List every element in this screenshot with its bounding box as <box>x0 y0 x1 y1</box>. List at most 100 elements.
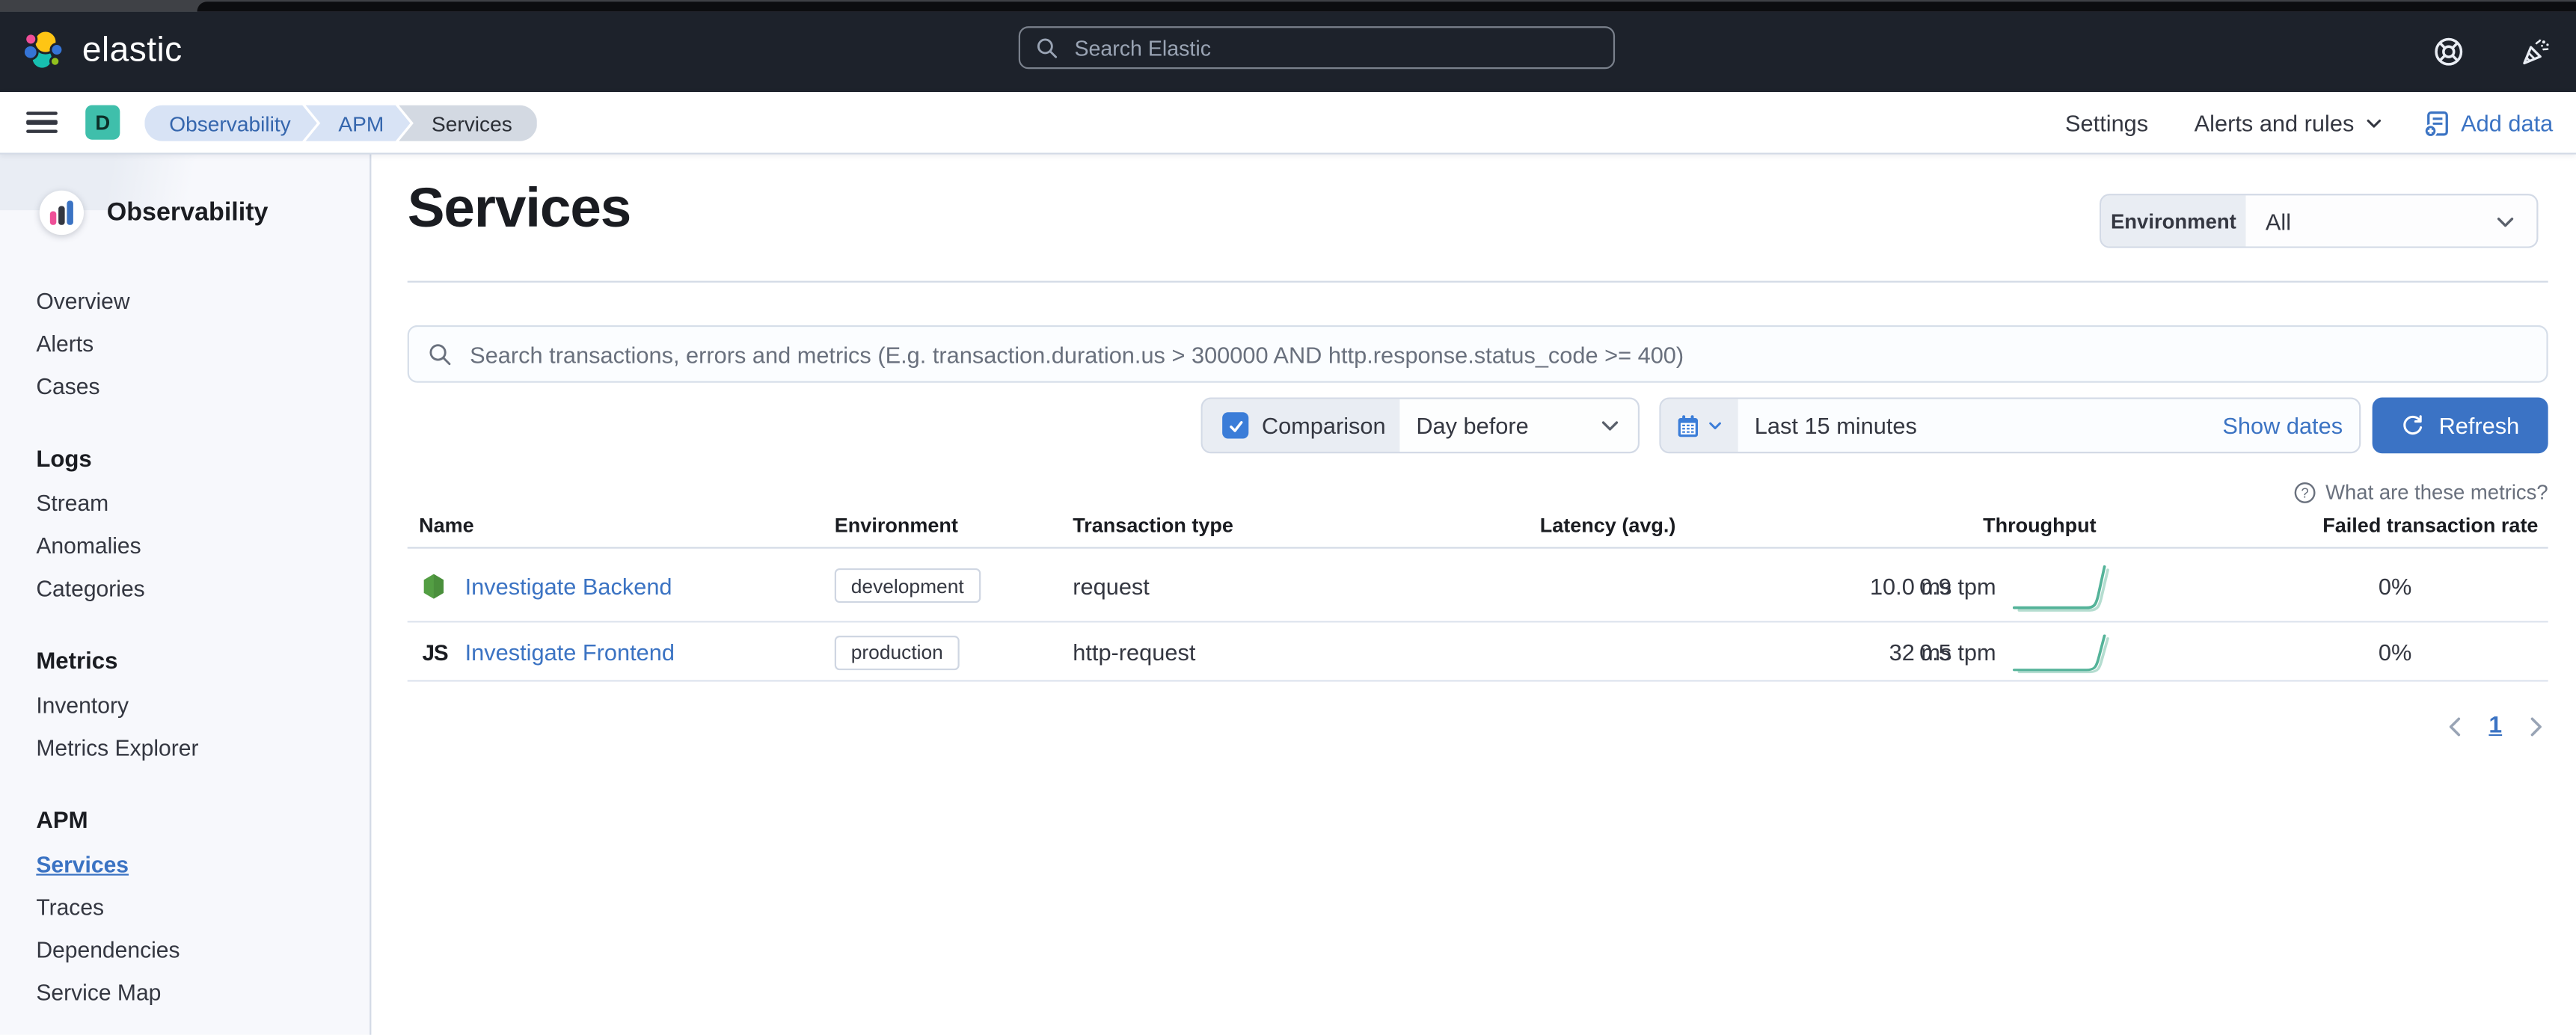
throughput-value: 0.5 tpm <box>1832 622 1996 681</box>
column-header-name[interactable]: Name <box>419 514 474 537</box>
column-header-environment[interactable]: Environment <box>835 514 958 537</box>
chevron-down-icon <box>2364 114 2384 133</box>
environment-select[interactable]: All <box>2246 195 2537 246</box>
failed-rate-value: 0% <box>2281 549 2412 623</box>
show-dates-link[interactable]: Show dates <box>2222 412 2343 438</box>
time-range-value[interactable]: Last 15 minutes <box>1755 412 1917 438</box>
global-search-box[interactable] <box>1019 26 1615 69</box>
alerts-and-rules-menu[interactable]: Alerts and rules <box>2195 110 2384 136</box>
sidebar-item-inventory[interactable]: Inventory <box>36 684 356 726</box>
space-avatar[interactable]: D <box>85 105 120 140</box>
sidebar-item-traces[interactable]: Traces <box>36 885 356 928</box>
breadcrumb-observability[interactable]: Observability <box>144 105 317 141</box>
environment-filter: Environment All <box>2100 194 2538 248</box>
chevron-down-icon <box>1707 417 1723 434</box>
date-picker-quick-menu[interactable] <box>1661 399 1738 452</box>
time-range-picker: Last 15 minutes Show dates <box>1659 398 2361 454</box>
previous-page-chevron-icon[interactable] <box>2446 716 2464 737</box>
sidebar-item-cases[interactable]: Cases <box>36 365 356 408</box>
page-number[interactable]: 1 <box>2488 713 2502 739</box>
whats-new-party-popper-icon[interactable] <box>2510 27 2560 76</box>
help-life-buoy-icon[interactable] <box>2423 27 2473 76</box>
divider <box>408 281 2548 283</box>
calendar-icon <box>1675 413 1700 437</box>
nodejs-icon <box>422 549 445 623</box>
chevron-down-icon <box>2494 209 2517 233</box>
environment-badge: development <box>835 549 981 623</box>
observability-solution-icon <box>40 191 84 235</box>
comparison-select[interactable]: Day before <box>1399 399 1637 452</box>
svg-text:?: ? <box>2300 485 2307 501</box>
alerts-and-rules-label: Alerts and rules <box>2195 110 2355 136</box>
kql-search-bar[interactable] <box>408 325 2548 383</box>
javascript-icon: JS <box>422 622 447 681</box>
pagination: 1 <box>2446 713 2545 739</box>
elastic-logo-icon <box>23 28 67 72</box>
global-search-input[interactable] <box>1071 34 1597 61</box>
sidebar-heading-logs: Logs <box>36 438 356 481</box>
column-header-failed-transaction-rate[interactable]: Failed transaction rate <box>2322 514 2538 537</box>
row-divider <box>408 680 2548 681</box>
breadcrumb-bar: D Observability APM Services Settings Al… <box>0 92 2576 154</box>
services-table-header: Name Environment Transaction type Latenc… <box>408 511 2548 549</box>
question-circle-icon: ? <box>2293 482 2316 505</box>
column-header-latency[interactable]: Latency (avg.) <box>1540 514 1676 537</box>
breadcrumb-services: Services <box>399 105 537 141</box>
transaction-type-value: request <box>1073 549 1150 623</box>
column-header-throughput[interactable]: Throughput <box>1983 514 2097 537</box>
search-icon <box>429 343 452 366</box>
breadcrumb-apm[interactable]: APM <box>305 105 410 141</box>
environment-select-value: All <box>2266 208 2291 234</box>
sidebar-heading-apm: APM <box>36 800 356 843</box>
sidebar-item-alerts[interactable]: Alerts <box>36 322 356 365</box>
add-data-icon <box>2423 109 2451 137</box>
search-icon <box>1037 37 1058 58</box>
refresh-button[interactable]: Refresh <box>2373 398 2548 454</box>
page-title: Services <box>408 177 631 242</box>
menu-hamburger-icon[interactable] <box>26 107 58 138</box>
sidebar-item-services[interactable]: Services <box>36 843 356 885</box>
sidebar-item-overview[interactable]: Overview <box>36 279 356 322</box>
comparison-checkbox-group: Comparison <box>1203 399 1400 452</box>
sidebar-item-dependencies[interactable]: Dependencies <box>36 928 356 971</box>
metrics-help-label: What are these metrics? <box>2325 482 2548 505</box>
settings-link[interactable]: Settings <box>2065 110 2148 136</box>
sidebar-item-service-map[interactable]: Service Map <box>36 971 356 1013</box>
refresh-label: Refresh <box>2439 412 2520 438</box>
global-header: elastic <box>0 11 2576 92</box>
sidebar-item-categories[interactable]: Categories <box>36 567 356 609</box>
sidebar-header[interactable]: Observability <box>40 191 269 235</box>
breadcrumb: Observability APM Services <box>144 105 536 141</box>
elastic-logo[interactable]: elastic <box>23 28 183 72</box>
logo-text: elastic <box>82 31 183 70</box>
environment-filter-label: Environment <box>2101 195 2245 246</box>
browser-tab-edge <box>197 1 2576 11</box>
add-data-label: Add data <box>2461 110 2553 136</box>
kql-search-input[interactable] <box>467 340 2527 369</box>
failed-rate-value: 0% <box>2281 622 2412 681</box>
comparison-checkbox[interactable] <box>1222 412 1248 438</box>
sidebar-title: Observability <box>107 198 269 228</box>
sidebar: Observability Overview Alerts Cases Logs… <box>0 154 371 1034</box>
check-icon <box>1227 417 1245 434</box>
next-page-chevron-icon[interactable] <box>2527 716 2545 737</box>
sidebar-item-metrics-explorer[interactable]: Metrics Explorer <box>36 726 356 769</box>
service-link[interactable]: Investigate Backend <box>465 549 672 623</box>
table-row: JS Investigate Frontend production http-… <box>373 622 2576 681</box>
column-header-transaction-type[interactable]: Transaction type <box>1073 514 1233 537</box>
apm-services-page: elastic <box>0 0 2576 1035</box>
sidebar-item-stream[interactable]: Stream <box>36 482 356 524</box>
throughput-sparkline <box>2011 622 2120 681</box>
sidebar-item-anomalies[interactable]: Anomalies <box>36 524 356 567</box>
metrics-help-link[interactable]: ? What are these metrics? <box>2293 482 2548 505</box>
environment-badge: production <box>835 622 960 681</box>
throughput-value: 0.9 tpm <box>1832 549 1996 623</box>
refresh-icon <box>2401 413 2426 437</box>
service-link[interactable]: Investigate Frontend <box>465 622 675 681</box>
table-row: Investigate Backend development request … <box>373 549 2576 623</box>
comparison-control: Comparison Day before <box>1201 398 1640 454</box>
add-data-button[interactable]: Add data <box>2423 109 2554 137</box>
sidebar-heading-metrics: Metrics <box>36 641 356 684</box>
throughput-sparkline <box>2011 549 2120 623</box>
browser-frame-strip <box>0 0 2576 11</box>
